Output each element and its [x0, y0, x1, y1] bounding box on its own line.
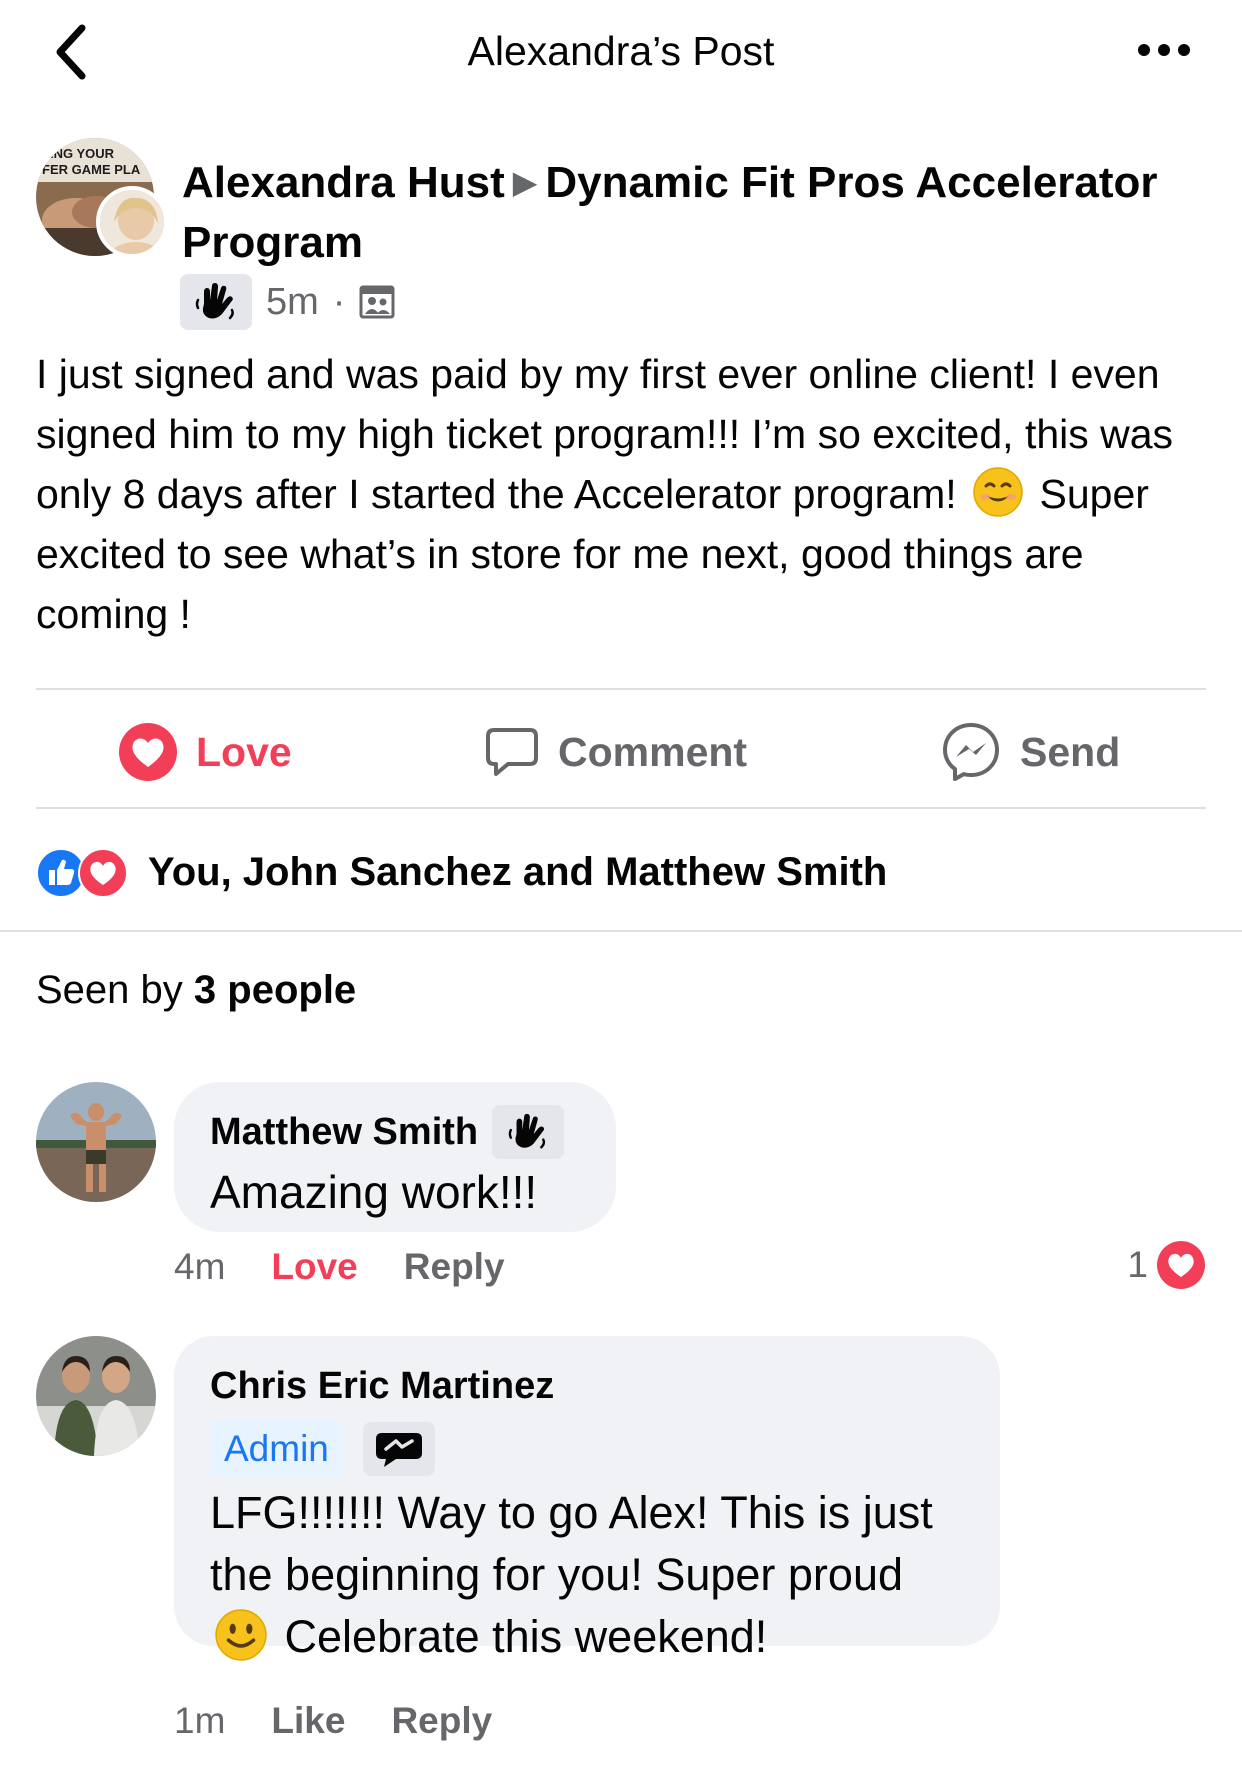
comment-text: LFG!!!!!!! Way to go Alex! This is just …	[210, 1482, 964, 1668]
comment-text: Amazing work!!!	[210, 1166, 538, 1218]
reactions-summary[interactable]: You, John Sanchez and Matthew Smith	[36, 844, 887, 900]
comment-item: Chris Eric Martinez Admin LFG!!!!!!! Way…	[36, 1336, 1216, 1696]
arrow-right-icon: ▶	[512, 164, 538, 200]
love-reaction-icon	[1157, 1241, 1205, 1289]
comment-bubble[interactable]: Chris Eric Martinez Admin LFG!!!!!!! Way…	[174, 1336, 1000, 1662]
commenter-avatar[interactable]	[36, 1336, 156, 1456]
messenger-icon	[943, 723, 999, 781]
group-avatar-text-2: FER GAME PLA	[42, 162, 141, 177]
smiling-face-emoji-icon	[973, 467, 1023, 517]
commenter-avatar[interactable]	[36, 1082, 156, 1202]
post-author-line: Alexandra Hust ▶ Dynamic Fit Pros Accelera…	[182, 152, 1182, 273]
more-options-button[interactable]	[1136, 30, 1192, 70]
commenter-name-row: Chris Eric Martinez	[210, 1358, 964, 1414]
love-label: Love	[196, 728, 292, 775]
comment-bubble-icon	[486, 728, 538, 776]
admin-badge[interactable]: Admin	[210, 1420, 343, 1478]
commenter-name-row: Matthew Smith	[210, 1104, 580, 1160]
wave-hand-icon	[508, 1113, 546, 1149]
comment-like-button[interactable]: Like	[271, 1700, 345, 1742]
seen-prefix: Seen by	[36, 968, 183, 1012]
member-badge[interactable]	[180, 274, 252, 330]
post-meta: 5m ·	[180, 274, 395, 330]
slightly-smiling-emoji-icon	[215, 1609, 267, 1661]
speech-bubble-icon	[375, 1433, 422, 1467]
comment-reply-button[interactable]: Reply	[391, 1700, 492, 1742]
reaction-count: 1	[1127, 1244, 1148, 1285]
send-label: Send	[1020, 728, 1121, 775]
comment-reaction-count[interactable]: 1	[1127, 1240, 1206, 1290]
author-avatar[interactable]	[96, 186, 168, 258]
comment-meta: 4m Love Reply	[174, 1246, 505, 1288]
group-members-icon	[359, 285, 395, 319]
seen-count: 3 people	[193, 968, 357, 1012]
commenter-name[interactable]: Chris Eric Martinez	[210, 1365, 554, 1408]
comment-reply-button[interactable]: Reply	[404, 1246, 505, 1288]
post-actions: Love Comment Send	[36, 692, 1206, 812]
conversation-starter-badge[interactable]	[362, 1422, 435, 1476]
post-time[interactable]: 5m	[266, 281, 319, 324]
comment-text-part1: LFG!!!!!!! Way to go Alex! This is just …	[210, 1487, 933, 1600]
meta-separator: ·	[332, 280, 346, 323]
love-button[interactable]: Love	[118, 718, 292, 786]
comment-label: Comment	[558, 728, 748, 775]
group-avatar-text-1: ING YOUR	[50, 146, 115, 161]
comment-time: 4m	[174, 1246, 226, 1287]
member-badge[interactable]	[492, 1105, 565, 1159]
commenter-badges: Admin	[210, 1420, 964, 1478]
seen-by[interactable]: Seen by 3 people	[36, 968, 356, 1013]
reaction-icons	[36, 846, 136, 898]
group-avatar[interactable]: ING YOUR FER GAME PLA	[36, 138, 168, 258]
divider	[36, 688, 1206, 690]
divider	[36, 807, 1206, 809]
post-body: I just signed and was paid by my first e…	[36, 344, 1206, 644]
comment-text-part2: Celebrate this weekend!	[284, 1611, 768, 1662]
comment-love-button[interactable]: Love	[271, 1246, 357, 1288]
reactions-names[interactable]: You, John Sanchez and Matthew Smith	[148, 850, 887, 895]
comment-meta: 1m Like Reply	[174, 1700, 492, 1742]
love-reaction-icon	[119, 723, 177, 781]
wave-hand-icon	[195, 283, 234, 320]
section-divider	[0, 930, 1242, 932]
author-name[interactable]: Alexandra Hust	[182, 158, 505, 207]
send-button[interactable]: Send	[940, 718, 1120, 786]
comment-bubble[interactable]: Matthew Smith Amazing work!!!	[174, 1082, 616, 1232]
more-horizontal-icon	[1138, 44, 1190, 56]
top-bar: Alexandra’s Post	[0, 0, 1242, 106]
love-reaction-icon	[78, 848, 128, 898]
commenter-name[interactable]: Matthew Smith	[210, 1111, 478, 1154]
comment-time: 1m	[174, 1700, 226, 1741]
comment-button[interactable]: Comment	[484, 718, 747, 786]
page-title: Alexandra’s Post	[467, 28, 775, 74]
